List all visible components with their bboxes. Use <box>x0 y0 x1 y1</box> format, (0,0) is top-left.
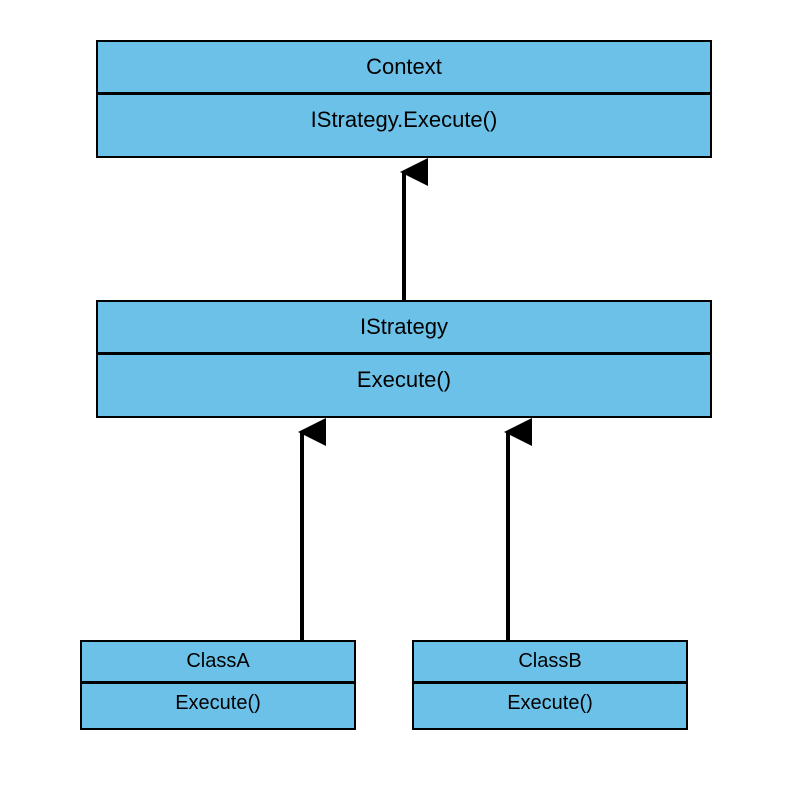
uml-box-classb: ClassB Execute() <box>412 640 688 730</box>
uml-box-classa: ClassA Execute() <box>80 640 356 730</box>
uml-title: ClassB <box>414 642 686 684</box>
uml-title: IStrategy <box>98 302 710 355</box>
uml-body: Execute() <box>98 355 710 405</box>
uml-body: Execute() <box>414 684 686 723</box>
uml-box-context: Context IStrategy.Execute() <box>96 40 712 158</box>
uml-title: Context <box>98 42 710 95</box>
uml-body: Execute() <box>82 684 354 723</box>
uml-title: ClassA <box>82 642 354 684</box>
uml-box-istrategy: IStrategy Execute() <box>96 300 712 418</box>
uml-body: IStrategy.Execute() <box>98 95 710 145</box>
diagram-canvas: Context IStrategy.Execute() IStrategy Ex… <box>0 0 800 794</box>
